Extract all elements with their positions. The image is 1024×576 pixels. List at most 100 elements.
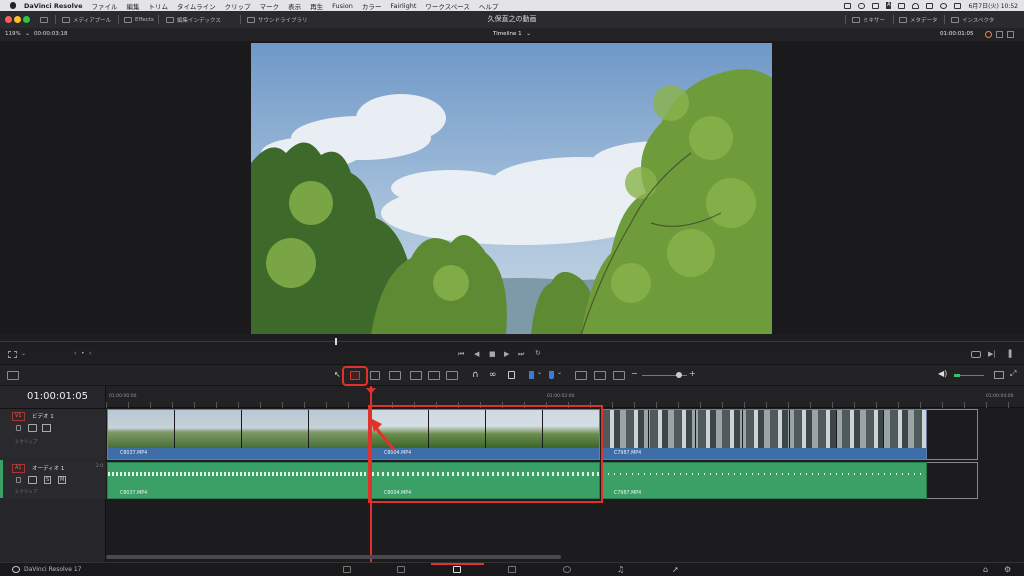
menubar-clock[interactable]: 6月7日(火) 10:52: [968, 1, 1018, 10]
menu-fairlight[interactable]: Fairlight: [390, 2, 416, 10]
search-icon[interactable]: [940, 2, 948, 9]
siri-icon[interactable]: [954, 2, 962, 9]
video-clip[interactable]: C7987.MP4: [601, 409, 927, 460]
stop-icon[interactable]: ■: [489, 350, 496, 358]
zoom-level[interactable]: 119%: [5, 31, 21, 37]
last-frame-icon[interactable]: ▐: [1006, 350, 1011, 358]
play-status-icon[interactable]: [858, 2, 866, 9]
apple-icon[interactable]: [10, 2, 16, 9]
menu-edit[interactable]: 編集: [127, 1, 140, 11]
menu-fusion[interactable]: Fusion: [332, 2, 353, 10]
overwrite-clip-icon[interactable]: [410, 371, 422, 380]
zoom-custom-icon[interactable]: [613, 371, 625, 380]
wifi-icon[interactable]: [912, 2, 920, 9]
menu-workspace[interactable]: ワークスペース: [425, 1, 470, 11]
zoom-detail-icon[interactable]: [594, 371, 606, 380]
mirror-icon[interactable]: [872, 2, 880, 9]
timeline-scrollbar[interactable]: [106, 555, 561, 559]
battery-icon[interactable]: [898, 2, 906, 9]
solo-button[interactable]: S: [44, 476, 52, 484]
menu-app-name[interactable]: DaVinci Resolve: [24, 2, 83, 10]
lock-icon[interactable]: [16, 425, 21, 431]
audio-meter-icon[interactable]: [996, 31, 1003, 38]
speaker-icon[interactable]: ◀): [938, 369, 947, 378]
track-name-v1[interactable]: ビデオ 1: [32, 412, 54, 420]
video-track-header[interactable]: V1 ビデオ 1 3 クリップ: [0, 409, 106, 460]
chevron-down-icon[interactable]: ⌄: [21, 350, 26, 357]
marker-icon[interactable]: [549, 371, 554, 379]
input-source-badge[interactable]: A: [886, 2, 892, 9]
control-center-icon[interactable]: [926, 2, 934, 9]
menu-mark[interactable]: マーク: [260, 1, 280, 11]
mixer-button[interactable]: ミキサー: [852, 14, 885, 25]
timeline-area[interactable]: 01:00:00:00 01:00:02:00 01:00:04:00 C803…: [106, 386, 1024, 562]
track-name-a1[interactable]: オーディオ 1: [32, 464, 64, 472]
video-clip[interactable]: C8037.MP4: [107, 409, 370, 460]
color-page-icon[interactable]: [563, 566, 571, 573]
timeline-view-options-icon[interactable]: [7, 371, 19, 380]
menu-timeline[interactable]: タイムライン: [177, 1, 216, 11]
place-on-top-icon[interactable]: [446, 371, 458, 380]
lock-icon[interactable]: [16, 477, 21, 483]
home-icon[interactable]: ⌂: [983, 565, 988, 574]
mute-button[interactable]: M: [58, 476, 67, 484]
safe-area-icon[interactable]: [8, 351, 17, 358]
timeline-name[interactable]: Timeline 1: [493, 31, 522, 37]
selection-arrow-icon[interactable]: ↖: [334, 370, 341, 379]
go-to-start-icon[interactable]: ⏮: [458, 350, 464, 359]
replace-clip-icon[interactable]: [428, 371, 440, 380]
play-reverse-icon[interactable]: ◀: [474, 350, 479, 358]
dynamic-trim-icon[interactable]: [370, 371, 380, 380]
metadata-button[interactable]: メタデータ: [899, 14, 938, 25]
zoom-in-icon[interactable]: +: [689, 369, 696, 378]
flag-icon[interactable]: [529, 371, 534, 379]
position-lock-icon[interactable]: [508, 371, 515, 379]
menu-help[interactable]: ヘルプ: [479, 1, 499, 11]
timeline-dropdown-icon[interactable]: ⌄: [526, 30, 531, 37]
next-edit-icon[interactable]: ▶|: [988, 350, 996, 358]
zoom-slider-handle[interactable]: [676, 372, 682, 378]
auto-select-icon[interactable]: [28, 476, 37, 484]
viewer-scrubber[interactable]: [0, 334, 1024, 348]
track-visibility-icon[interactable]: [42, 424, 51, 432]
deliver-page-icon[interactable]: ➚: [672, 565, 679, 574]
loop-icon[interactable]: ↻: [535, 349, 541, 357]
gear-icon[interactable]: ⚙: [1004, 565, 1011, 574]
timeline-playhead[interactable]: [370, 386, 372, 562]
next-arrow-icon[interactable]: ›: [89, 350, 91, 357]
insert-clip-icon[interactable]: [389, 371, 401, 380]
audio-meter-icon[interactable]: [994, 371, 1004, 379]
match-frame-icon[interactable]: [971, 351, 981, 358]
chevron-down-icon[interactable]: ⌄: [557, 369, 562, 376]
scrub-playhead[interactable]: [335, 338, 337, 345]
menu-playback[interactable]: 再生: [310, 1, 323, 11]
snapping-magnet-icon[interactable]: ∩: [472, 370, 479, 380]
color-icon[interactable]: [985, 31, 992, 38]
media-page-icon[interactable]: [343, 566, 351, 573]
fusion-page-icon[interactable]: [508, 566, 516, 573]
edit-page-icon[interactable]: [453, 566, 461, 573]
track-id-a1[interactable]: A1: [12, 464, 25, 473]
menu-trim[interactable]: トリム: [149, 1, 169, 11]
inspector-button[interactable]: インスペクタ: [951, 14, 994, 25]
chevron-down-icon[interactable]: ⌄: [537, 369, 542, 376]
play-icon[interactable]: ▶: [504, 350, 509, 358]
prev-arrow-icon[interactable]: ‹: [74, 350, 76, 357]
zoom-to-fit-icon[interactable]: [575, 371, 587, 380]
cut-page-icon[interactable]: [397, 566, 405, 573]
auto-select-icon[interactable]: [28, 424, 37, 432]
menu-file[interactable]: ファイル: [92, 1, 118, 11]
blade-edit-mode-icon[interactable]: [350, 371, 360, 380]
audio-clip[interactable]: C8037.MP4: [107, 462, 370, 499]
fairlight-page-icon[interactable]: ♫: [617, 565, 624, 574]
go-to-end-icon[interactable]: ⏭: [518, 350, 524, 359]
zoom-out-icon[interactable]: −: [631, 369, 638, 378]
menu-color[interactable]: カラー: [362, 1, 382, 11]
menu-view[interactable]: 表示: [288, 1, 301, 11]
chevron-down-icon[interactable]: ⌄: [25, 30, 30, 37]
viewer-options-icon[interactable]: [1007, 31, 1014, 38]
audio-clip[interactable]: C7987.MP4: [601, 462, 927, 499]
track-id-v1[interactable]: V1: [12, 412, 25, 421]
audio-track-header[interactable]: A1 オーディオ 1 2.0 S M 3 クリップ: [0, 461, 106, 499]
menu-clip[interactable]: クリップ: [225, 1, 251, 11]
